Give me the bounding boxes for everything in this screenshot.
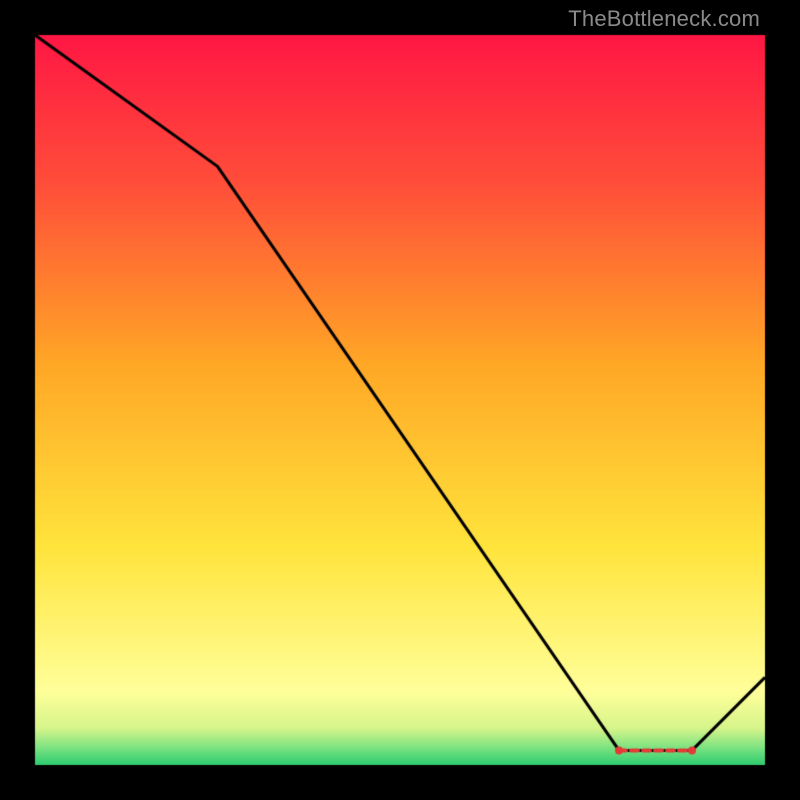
bottleneck-chart — [0, 0, 800, 800]
attribution-text: TheBottleneck.com — [568, 6, 760, 32]
